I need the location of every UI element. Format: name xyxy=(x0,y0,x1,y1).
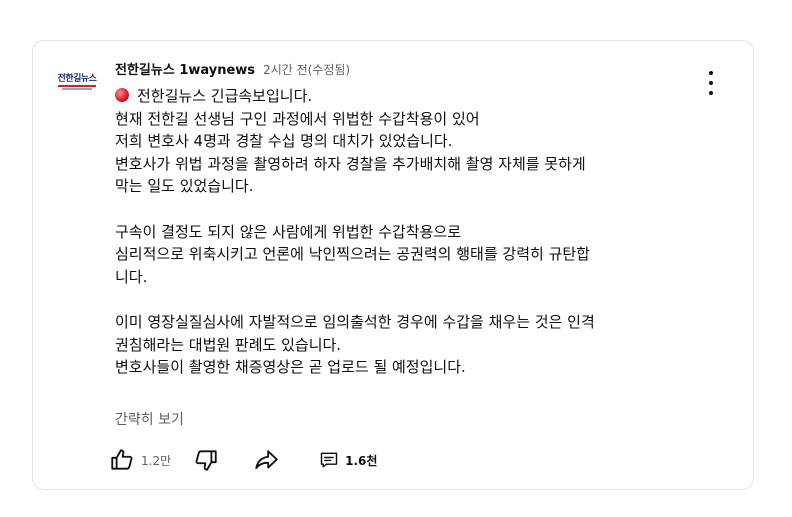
menu-dot xyxy=(709,71,713,75)
reply-count: 1.6천 xyxy=(345,453,378,468)
comment-line: 전한길뉴스 긴급속보입니다. xyxy=(115,85,715,108)
avatar-logo-rule xyxy=(58,85,96,87)
red-circle-icon xyxy=(115,88,129,102)
avatar-logo-subline xyxy=(62,88,92,90)
comment-timestamp[interactable]: 2시간 전(수정됨) xyxy=(263,61,350,78)
comment-actions: 1.2만 1.6천 xyxy=(109,445,377,475)
comment-line: 현재 전한길 선생님 구인 과정에서 위법한 수갑착용이 있어 xyxy=(115,109,480,128)
replies-button[interactable]: 1.6천 xyxy=(319,450,377,470)
channel-avatar[interactable]: 전한길뉴스 xyxy=(55,71,99,93)
comment-line: 이미 영장실질심사에 자발적으로 임의출석한 경우에 수갑을 채우는 것은 인격 xyxy=(115,312,595,331)
avatar-logo-text: 전한길뉴스 xyxy=(57,74,97,84)
comment-card: 전한길뉴스 전한길뉴스 1waynews 2시간 전(수정됨) 전한길뉴스 긴급… xyxy=(32,40,754,490)
thumbs-down-icon xyxy=(195,450,217,471)
channel-name[interactable]: 전한길뉴스 1waynews xyxy=(115,59,255,78)
comment-icon xyxy=(320,452,338,468)
comment-text: 전한길뉴스 긴급속보입니다. 현재 전한길 선생님 구인 과정에서 위법한 수갑… xyxy=(115,85,715,379)
like-button[interactable]: 1.2만 xyxy=(109,447,171,473)
comment-line: 저희 변호사 4명과 경찰 수십 명의 대치가 있었습니다. xyxy=(115,132,453,151)
thumbs-up-icon xyxy=(111,449,133,470)
like-count: 1.2만 xyxy=(141,453,172,468)
comment-line: 변호사들이 촬영한 채증영상은 곧 업로드 될 예정입니다. xyxy=(115,358,466,377)
comment-line: 구속이 결정도 되지 않은 사람에게 위법한 수갑착용으로 xyxy=(115,222,462,241)
share-icon xyxy=(255,450,278,470)
comment-line: 변호사가 위법 과정을 촬영하려 하자 경찰을 추가배치해 촬영 자체를 못하게 xyxy=(115,154,586,173)
comment-line: 권침해라는 대법원 판례도 있습니다. xyxy=(115,335,342,354)
comment-line: 니다. xyxy=(115,267,148,286)
comment-line: 막는 일도 있었습니다. xyxy=(115,177,254,196)
dislike-button[interactable] xyxy=(193,447,219,473)
comment-line: 심리적으로 위축시키고 언론에 낙인찍으려는 공권력의 행태를 강력히 규탄합 xyxy=(115,245,590,264)
share-button[interactable] xyxy=(253,447,279,473)
read-less-button[interactable]: 간략히 보기 xyxy=(115,409,184,429)
comment-header: 전한길뉴스 1waynews 2시간 전(수정됨) xyxy=(115,59,350,78)
